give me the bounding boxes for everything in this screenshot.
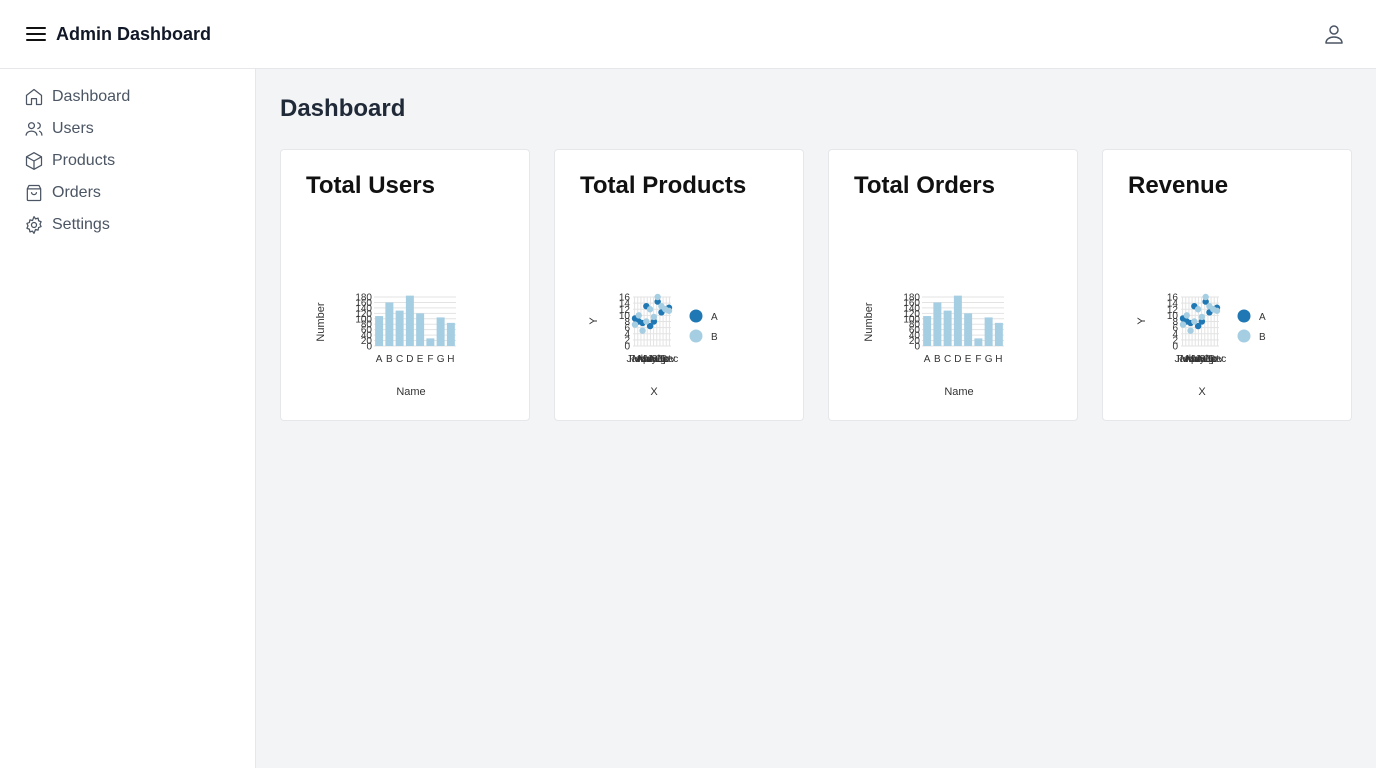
- bar: [385, 302, 394, 346]
- scatter-point: [665, 307, 673, 314]
- sidebar-item-users[interactable]: Users: [24, 117, 94, 141]
- x-tick-label: E: [417, 354, 424, 365]
- legend-label: B: [1259, 332, 1266, 343]
- sidebar-item-label: Orders: [52, 184, 101, 201]
- scatter-point: [635, 312, 642, 319]
- scatter-point: [1179, 321, 1187, 328]
- legend-label: A: [1259, 312, 1266, 323]
- cube-icon: [25, 152, 43, 170]
- sidebar-item-label: Dashboard: [52, 88, 131, 105]
- y-tick-label: 180: [903, 293, 920, 304]
- user-profile-icon[interactable]: [1322, 22, 1346, 46]
- scatter-point: [1183, 312, 1190, 319]
- scatter-point: [1187, 327, 1194, 334]
- y-axis-label: Number: [315, 302, 327, 341]
- x-tick-label: C: [944, 354, 951, 365]
- x-axis-label: Name: [396, 386, 425, 398]
- x-tick-label: H: [995, 354, 1002, 365]
- bar: [375, 316, 384, 346]
- bar: [395, 310, 404, 346]
- bar: [984, 317, 993, 346]
- y-axis-label: Y: [588, 317, 600, 325]
- scatter-point: [631, 321, 639, 328]
- total-orders-chart: 020406080100120140160180A B C D E F G HNameNumb…: [863, 293, 1004, 398]
- sidebar-item-orders[interactable]: Orders: [24, 181, 101, 205]
- scatter-point: [1202, 293, 1209, 301]
- bar: [405, 295, 414, 346]
- bar: [964, 313, 973, 346]
- y-axis-label: Y: [1136, 317, 1148, 325]
- bar: [436, 317, 445, 346]
- x-tick-label: F: [427, 354, 433, 365]
- total-products-chart: 0246810121416JanFebMarAprMayJunJulAugSep…: [588, 293, 718, 399]
- sidebar-item-products[interactable]: Products: [24, 149, 115, 173]
- sidebar-item-settings[interactable]: Settings: [24, 213, 110, 237]
- sidebar-item-label: Users: [52, 120, 94, 137]
- shopping-bag-icon: [26, 184, 42, 202]
- bar: [974, 338, 983, 346]
- gear-icon: [26, 216, 42, 234]
- page-title: Dashboard: [280, 95, 406, 122]
- y-tick-label: 16: [619, 293, 631, 304]
- y-tick-label: 16: [1167, 293, 1179, 304]
- x-axis-label: X: [650, 386, 658, 398]
- top-header: Admin Dashboard: [0, 0, 1376, 69]
- bar: [446, 322, 455, 346]
- stat-card-total-products: Total Products 0 2 4 6 8 10 12 14 16 Jan Feb Mar Apr…: [554, 149, 804, 421]
- home-icon: [25, 88, 43, 106]
- y-axis-label: Number: [863, 302, 875, 341]
- scatter-point: [1198, 313, 1206, 321]
- x-tick-label: G: [437, 354, 445, 365]
- x-tick-label: A: [924, 354, 931, 365]
- x-tick-label: B: [386, 354, 393, 365]
- scatter-point: [1194, 306, 1202, 313]
- sidebar-item-dashboard[interactable]: Dashboard: [24, 85, 130, 109]
- x-tick-label: D: [954, 354, 961, 365]
- scatter-point: [643, 318, 650, 325]
- bar: [943, 310, 952, 346]
- bar: [994, 322, 1003, 346]
- sidebar-item-label: Settings: [52, 216, 110, 233]
- sidebar: Dashboard Users Products Orders Settings: [0, 69, 256, 768]
- revenue-chart: 0246810121416JanFebMarAprMayJunJulAugSep…: [1136, 293, 1266, 399]
- x-tick-label: D: [406, 354, 413, 365]
- scatter-point: [1213, 307, 1221, 314]
- legend-label: B: [711, 332, 718, 343]
- bar: [933, 302, 942, 346]
- bar: [953, 295, 962, 346]
- x-tick-label: F: [975, 354, 981, 365]
- scatter-point: [654, 293, 661, 301]
- hamburger-menu-icon[interactable]: [24, 22, 48, 46]
- x-tick-label: G: [985, 354, 993, 365]
- stat-card-total-users: Total Users 0 20 40 60 80 100 120 140 160 180 A B C D…: [280, 149, 530, 421]
- x-tick-label: Dec: [1209, 354, 1227, 365]
- scatter-point: [639, 327, 646, 334]
- legend-label: A: [711, 312, 718, 323]
- scatter-point: [1191, 318, 1198, 325]
- x-tick-label: H: [447, 354, 454, 365]
- users-icon: [25, 122, 43, 136]
- x-axis-label: X: [1198, 386, 1206, 398]
- x-axis-label: Name: [944, 386, 973, 398]
- legend-marker: [1237, 329, 1251, 343]
- bar: [416, 313, 425, 346]
- bar: [426, 338, 435, 346]
- sidebar-item-label: Products: [52, 152, 116, 169]
- legend-marker: [689, 329, 703, 343]
- legend-marker: [689, 309, 703, 323]
- x-tick-label: E: [965, 354, 972, 365]
- x-tick-label: A: [376, 354, 383, 365]
- scatter-point: [646, 306, 654, 313]
- stat-card-total-orders: Total Orders 0 20 40 60 80 100 120 140 160 180 A B C…: [828, 149, 1078, 421]
- scatter-point: [650, 313, 658, 321]
- y-tick-label: 180: [355, 293, 372, 304]
- legend-marker: [1237, 309, 1251, 323]
- x-tick-label: C: [396, 354, 403, 365]
- x-tick-label: B: [934, 354, 941, 365]
- x-tick-label: Dec: [661, 354, 679, 365]
- stat-card-revenue: Revenue 0 2 4 6 8 10 12 14 16 Jan Feb Mar Apr May Jun J…: [1102, 149, 1352, 421]
- bar: [923, 316, 932, 346]
- total-users-chart: 020406080100120140160180A B C D E F G HNameNumb…: [315, 293, 456, 398]
- app-title: Admin Dashboard: [56, 24, 212, 44]
